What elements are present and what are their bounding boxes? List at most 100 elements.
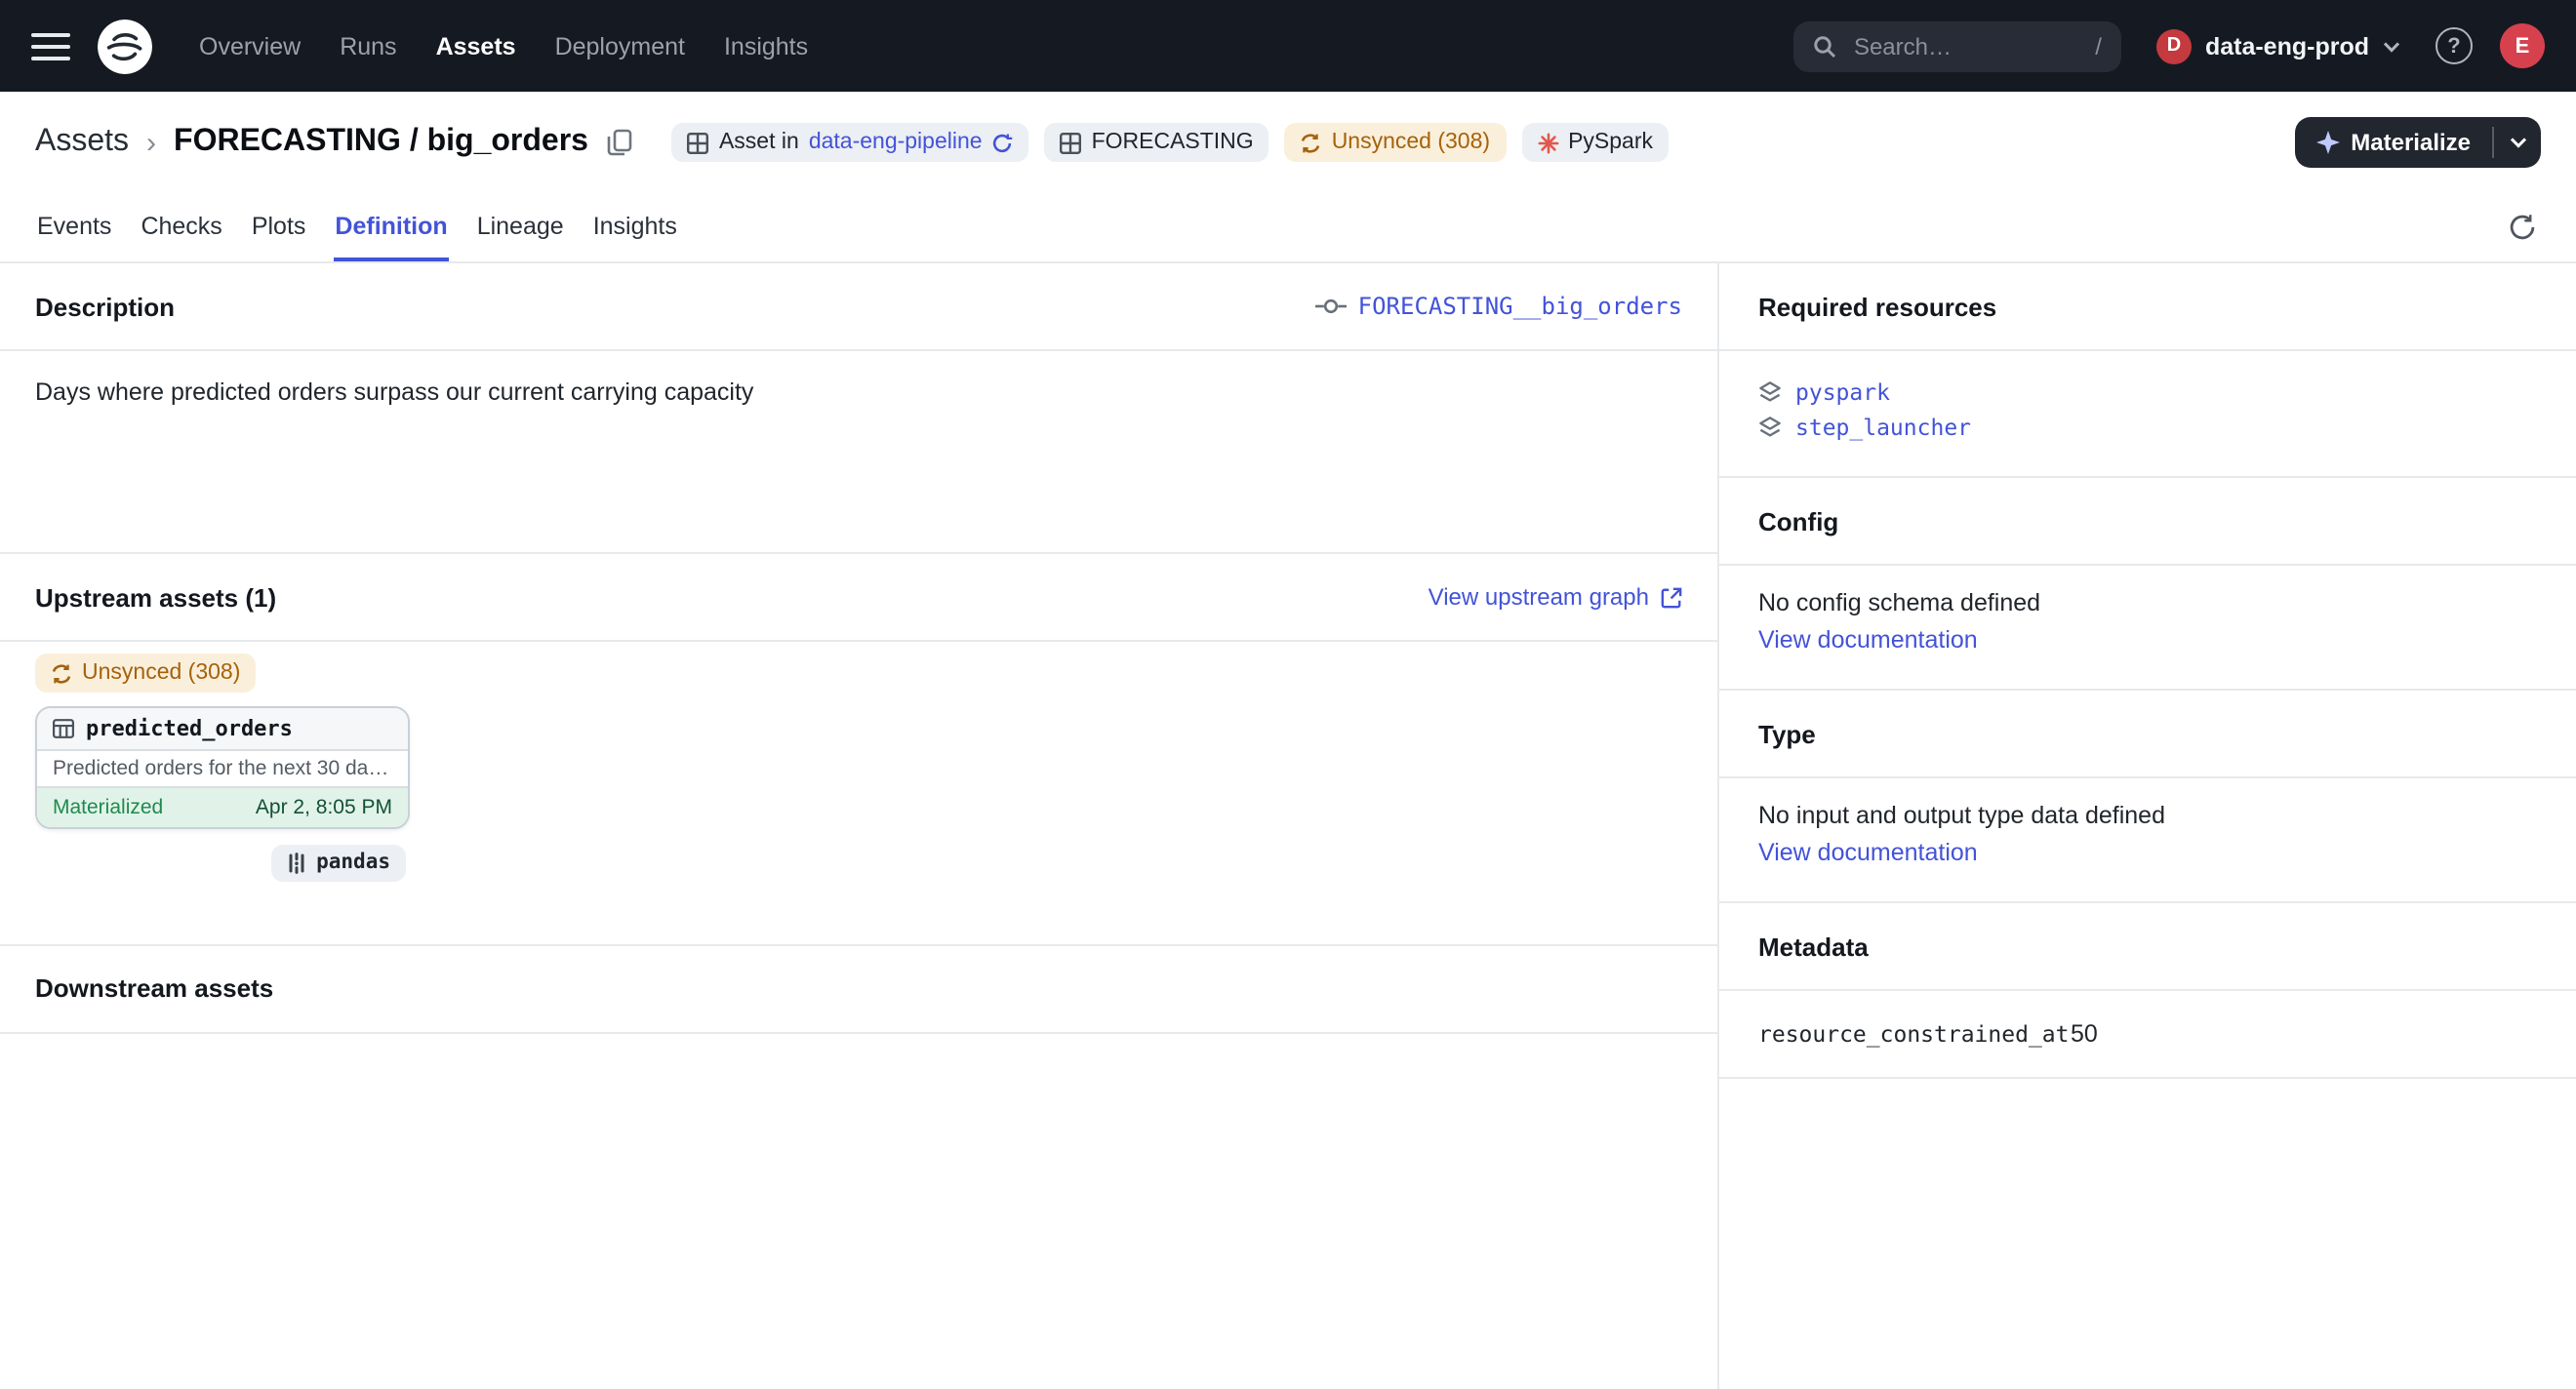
type-section-header: Type (1719, 691, 2576, 778)
search-input[interactable] (1850, 30, 2081, 61)
spark-icon (1537, 132, 1558, 153)
upstream-assets-body: Unsynced (308) predicted_orders Pred (0, 642, 1717, 945)
unsynced-status-tag[interactable]: Unsynced (308) (1285, 123, 1506, 162)
definition-main-column: Description FORECASTING__big_orders Days… (0, 263, 1719, 1389)
downstream-section-header: Downstream assets (0, 945, 1717, 1033)
view-upstream-graph-link[interactable]: View upstream graph (1429, 583, 1682, 611)
primary-nav: Overview Runs Assets Deployment Insights (195, 24, 812, 67)
pandas-icon (287, 852, 306, 873)
global-search[interactable]: / (1793, 20, 2121, 71)
page-header: Assets › FORECASTING / big_orders Asset … (0, 92, 2576, 193)
type-empty-text: No input and output type data defined (1758, 802, 2537, 829)
chevron-down-icon (2383, 40, 2400, 52)
group-tag-label: FORECASTING (1092, 131, 1254, 154)
tab-bar: Events Checks Plots Definition Lineage I… (0, 193, 2576, 263)
tab-events[interactable]: Events (35, 193, 113, 261)
asset-tags: Asset in data-eng-pipeline FORECASTING (672, 123, 1669, 162)
asset-kind-row: pandas (35, 844, 406, 881)
metadata-row: resource_constrained_at 50 (1719, 991, 2576, 1079)
hamburger-menu-icon[interactable] (31, 26, 70, 65)
pipeline-refresh-icon[interactable] (992, 132, 1014, 153)
deployment-name: data-eng-prod (2205, 32, 2369, 60)
nav-item-overview[interactable]: Overview (195, 24, 304, 67)
refresh-icon[interactable] (2504, 209, 2541, 246)
view-upstream-graph-label: View upstream graph (1429, 583, 1649, 611)
help-icon[interactable]: ? (2435, 27, 2473, 64)
tab-definition[interactable]: Definition (333, 193, 449, 261)
breadcrumb-separator: › (146, 126, 156, 159)
type-heading: Type (1758, 719, 1816, 748)
materialize-options-caret[interactable] (2494, 117, 2541, 168)
group-grid-icon (1061, 132, 1082, 153)
materialized-timestamp: Apr 2, 8:05 PM (256, 795, 392, 818)
pandas-kind-label: pandas (316, 851, 390, 874)
config-body: No config schema defined View documentat… (1719, 566, 2576, 691)
tab-plots[interactable]: Plots (250, 193, 308, 261)
sync-icon (51, 662, 72, 684)
materialized-status: Materialized (53, 795, 163, 818)
asset-job-tag: Asset in data-eng-pipeline (672, 123, 1029, 162)
asset-card-header: predicted_orders (37, 707, 408, 750)
required-resources-header: Required resources (1719, 263, 2576, 351)
resource-link-pyspark[interactable]: pyspark (1758, 375, 2537, 410)
deployment-badge: D (2156, 28, 2192, 63)
unsynced-tag-label: Unsynced (308) (1332, 131, 1490, 154)
nav-item-assets[interactable]: Assets (432, 24, 520, 67)
tab-insights[interactable]: Insights (591, 193, 679, 261)
metadata-key: resource_constrained_at (1758, 1020, 2071, 1048)
user-avatar[interactable]: E (2500, 23, 2545, 68)
upstream-asset-card[interactable]: predicted_orders Predicted orders for th… (35, 705, 410, 828)
op-icon (1315, 297, 1347, 316)
breadcrumb-assets-link[interactable]: Assets (35, 125, 129, 160)
type-body: No input and output type data defined Vi… (1719, 778, 2576, 903)
required-resources-heading: Required resources (1758, 292, 1996, 321)
sparkle-icon (2315, 131, 2339, 154)
materialize-button[interactable]: Materialize (2294, 117, 2492, 168)
asset-card-description: Predicted orders for the next 30 day… (37, 750, 408, 787)
tab-lineage[interactable]: Lineage (475, 193, 566, 261)
nav-item-runs[interactable]: Runs (336, 24, 400, 67)
resource-link-step-launcher[interactable]: step_launcher (1758, 410, 2537, 445)
description-text: Days where predicted orders surpass our … (35, 378, 1682, 406)
metadata-heading: Metadata (1758, 932, 1869, 961)
tab-checks[interactable]: Checks (139, 193, 223, 261)
materialize-label: Materialize (2351, 129, 2471, 156)
pandas-kind-tag: pandas (271, 844, 406, 881)
deployment-switcher[interactable]: D data-eng-prod (2149, 24, 2408, 67)
type-view-documentation-link[interactable]: View documentation (1758, 839, 1978, 866)
description-section-header: Description FORECASTING__big_orders (0, 263, 1717, 351)
config-section-header: Config (1719, 478, 2576, 566)
sync-icon (1301, 132, 1322, 153)
dagster-logo-icon[interactable] (98, 19, 152, 73)
upstream-unsynced-label: Unsynced (308) (82, 661, 240, 685)
asset-card-status-row: Materialized Apr 2, 8:05 PM (37, 787, 408, 826)
definition-sidebar: Required resources pyspark (1719, 263, 2576, 1389)
resource-step-launcher-label: step_launcher (1795, 410, 1971, 445)
job-link[interactable]: FORECASTING__big_orders (1315, 293, 1682, 320)
pipeline-link[interactable]: data-eng-pipeline (809, 131, 983, 154)
upstream-section-header: Upstream assets (1) View upstream graph (0, 554, 1717, 642)
asset-in-prefix: Asset in (719, 131, 799, 154)
top-nav: Overview Runs Assets Deployment Insights… (0, 0, 2576, 92)
required-resources-body: pyspark step_launcher (1719, 351, 2576, 478)
config-empty-text: No config schema defined (1758, 589, 2537, 616)
description-heading: Description (35, 292, 175, 321)
kind-tag-label: PySpark (1568, 131, 1653, 154)
asset-card-name: predicted_orders (86, 715, 293, 740)
nav-item-deployment[interactable]: Deployment (551, 24, 689, 67)
job-grid-icon (688, 132, 709, 153)
description-body: Days where predicted orders surpass our … (0, 351, 1717, 554)
downstream-heading: Downstream assets (35, 973, 273, 1003)
job-link-label: FORECASTING__big_orders (1358, 293, 1682, 320)
metadata-section-header: Metadata (1719, 903, 2576, 991)
page-title: FORECASTING / big_orders (174, 125, 588, 160)
copy-asset-key-icon[interactable] (604, 125, 637, 160)
asset-group-tag[interactable]: FORECASTING (1045, 123, 1269, 162)
config-heading: Config (1758, 506, 1838, 536)
nav-item-insights[interactable]: Insights (720, 24, 812, 67)
config-view-documentation-link[interactable]: View documentation (1758, 626, 1978, 654)
kind-pyspark-tag: PySpark (1521, 123, 1669, 162)
materialize-split-button: Materialize (2294, 117, 2541, 168)
layers-icon (1758, 380, 1782, 404)
upstream-unsynced-badge[interactable]: Unsynced (308) (35, 654, 256, 693)
